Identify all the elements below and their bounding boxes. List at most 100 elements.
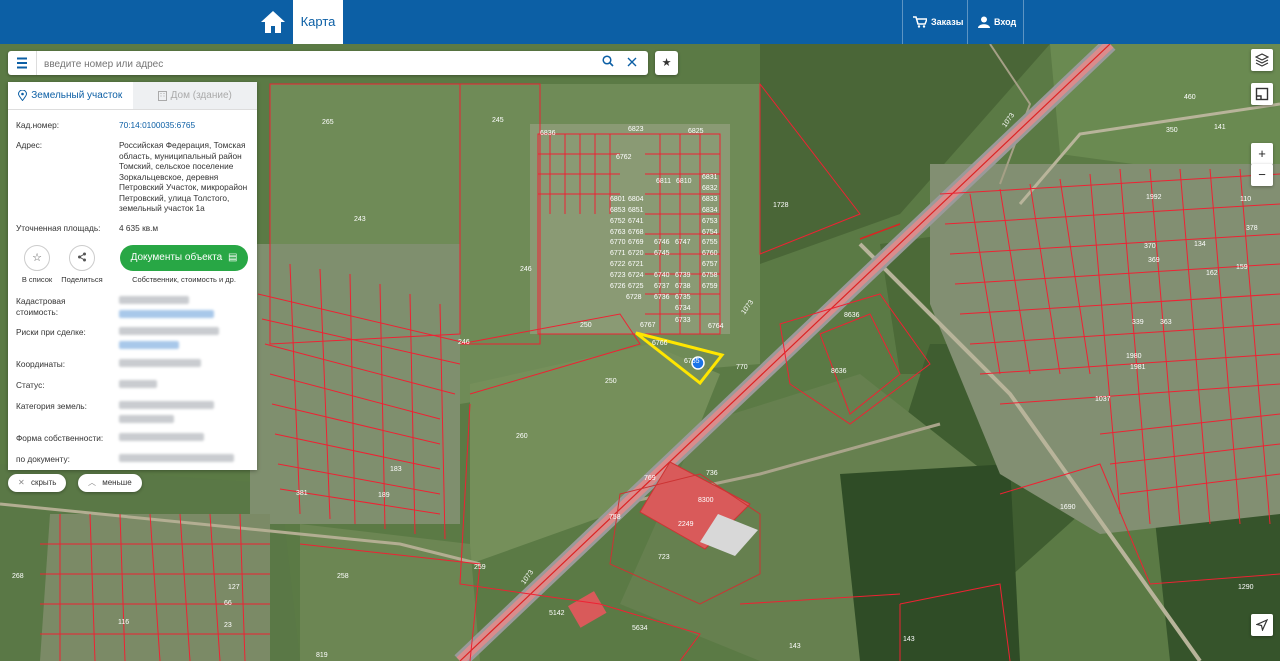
hide-panel-button[interactable]: ✕ скрыть [8,474,67,492]
map-label: 6769 [628,239,644,246]
map-label: 6747 [675,239,691,246]
map-label: 6771 [610,250,626,257]
map-label: 162 [1206,270,1218,277]
top-bar: Карта Заказы Вход [0,0,1280,44]
map-label: 245 [492,117,504,124]
map-label: 6758 [702,272,718,279]
map-label: 6740 [654,272,670,279]
map-label: 6764 [708,323,724,330]
map-label: 1073 [740,299,756,316]
close-icon: ✕ [18,478,25,487]
cad-number-value[interactable]: 70:14:0100035:6765 [119,120,251,131]
layers-icon [1254,53,1270,67]
map-label: 6836 [540,130,556,137]
tab-land-label: Земельный участок [31,90,123,101]
map-label: 6853 [610,207,626,214]
map-label: 6763 [610,229,626,236]
map-label: 6752 [610,218,626,225]
map-label: 6737 [654,283,670,290]
zoom-out-button[interactable]: − [1251,164,1273,186]
login-label: Вход [994,17,1017,27]
cad-number-label: Кад.номер: [16,120,60,130]
tab-building[interactable]: Дом (здание) [132,82,257,109]
map-label: 819 [316,652,328,659]
clear-icon[interactable] [624,55,640,71]
cart-icon [913,16,927,28]
map-label: 6810 [676,178,692,185]
user-icon [978,16,990,28]
map-label: 6811 [656,178,672,185]
building-icon [157,90,167,101]
map-label: 116 [118,619,130,626]
map-label: 183 [390,466,402,473]
zoom-in-button[interactable]: + [1251,143,1273,165]
map-label: 6736 [654,294,670,301]
map-label: 6766 [652,340,668,347]
ruler-button[interactable] [1251,83,1273,105]
map-label: 134 [1194,241,1206,248]
map-label: 6721 [628,261,644,268]
map-label: 6754 [702,229,718,236]
orders-button[interactable]: Заказы [905,0,971,44]
ownership-value-blurred [119,433,251,444]
map-label: 6738 [675,283,691,290]
map-label: 66 [224,600,232,607]
locate-button[interactable] [1251,614,1273,636]
object-documents-button[interactable]: Документы объекта ▤ [120,245,248,271]
map-label: 6735 [675,294,691,301]
share-button[interactable]: Поделиться [60,245,104,284]
share-label: Поделиться [61,275,103,284]
map-label: 6734 [675,305,691,312]
map-label: 250 [605,378,617,385]
map-label: 769 [644,475,656,482]
map-label: 770 [736,364,748,371]
by-document-value-blurred [119,454,251,465]
login-button[interactable]: Вход [970,0,1024,44]
map-label: 6834 [702,207,718,214]
map-label: 736 [706,470,718,477]
hide-label: скрыть [30,478,57,487]
map-label: 6723 [610,272,626,279]
risks-value-blurred [119,327,251,351]
category-value-blurred [119,401,251,425]
map-label: 5634 [632,625,648,632]
map-label: 1980 [1126,353,1142,360]
tab-land-plot[interactable]: Земельный участок [8,82,133,109]
map-label: 6768 [628,229,644,236]
map-label: 339 [1132,319,1144,326]
map-label: 250 [580,322,592,329]
map-label: 723 [658,554,670,561]
search-icon[interactable] [600,55,616,71]
menu-button[interactable] [8,51,37,75]
collapse-panel-button[interactable]: ︿ меньше [78,474,142,492]
area-label: Уточненная площадь: [16,223,101,233]
favorites-button[interactable]: ★ [655,51,678,75]
map-label: 1981 [1130,364,1146,371]
map-label: 370 [1144,243,1156,250]
chevron-up-icon: ︿ [88,478,96,487]
map-label: 246 [458,339,470,346]
home-icon[interactable] [258,8,288,36]
map-label: 6726 [610,283,626,290]
add-to-list-button[interactable]: ☆ В список [20,245,54,284]
cad-cost-value-blurred [119,296,251,320]
layers-button[interactable] [1251,49,1273,71]
map-label: 6741 [628,218,644,225]
map-label: 6739 [675,272,691,279]
map-label: 6851 [628,207,644,214]
category-label: Категория земель: [16,401,87,411]
map-label: 268 [12,573,24,580]
map-label: 159 [1236,264,1248,271]
status-value-blurred [119,380,251,391]
map-label: 378 [1246,225,1258,232]
search-input[interactable] [42,54,586,74]
map-label: 143 [903,636,915,643]
cad-cost-label: Кадастровая стоимость: [16,296,66,317]
map-label: 1073 [1001,112,1017,129]
search-bar [8,51,648,75]
share-icon [69,245,95,271]
map-label: 23 [224,622,232,629]
tab-map[interactable]: Карта [293,0,343,44]
navigation-icon [1255,618,1269,632]
map-label: 6755 [702,239,718,246]
